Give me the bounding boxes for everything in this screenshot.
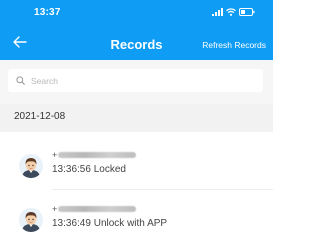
status-icons <box>209 7 255 17</box>
status-bar: 13:37 <box>0 0 273 24</box>
refresh-records-button[interactable]: Refresh Records <box>202 40 266 50</box>
phone-prefix: + <box>52 150 58 160</box>
record-item[interactable]: + 13:36:49 Unlock with APP <box>0 197 273 243</box>
phone-redacted <box>58 206 137 212</box>
record-event: 13:36:56 Locked <box>52 164 126 175</box>
nav-bar: Records Refresh Records <box>0 30 273 60</box>
record-item[interactable]: + 13:36:56 Locked <box>0 143 273 189</box>
search-area <box>0 60 273 104</box>
record-event: 13:36:49 Unlock with APP <box>52 218 167 229</box>
wifi-icon <box>226 8 236 16</box>
signal-icon <box>212 8 223 16</box>
record-time: 13:36:56 <box>52 164 91 175</box>
search-input[interactable] <box>29 74 253 87</box>
phone-redacted <box>58 152 137 158</box>
record-phone: + <box>52 150 137 160</box>
record-action: Unlock with APP <box>93 218 168 229</box>
user-avatar-icon <box>19 154 43 178</box>
date-label: 2021-12-08 <box>14 111 66 122</box>
user-avatar-icon <box>19 208 43 232</box>
record-action: Locked <box>93 164 126 175</box>
status-time: 13:37 <box>34 7 61 18</box>
date-group-header: 2021-12-08 <box>0 104 273 132</box>
record-time: 13:36:49 <box>52 218 91 229</box>
battery-icon <box>239 8 255 16</box>
app-header: 13:37 Records Refresh Records <box>0 0 273 60</box>
record-phone: + <box>52 204 137 214</box>
phone-prefix: + <box>52 204 58 214</box>
search-icon <box>16 76 25 85</box>
search-box[interactable] <box>8 69 263 92</box>
record-divider <box>52 189 273 190</box>
